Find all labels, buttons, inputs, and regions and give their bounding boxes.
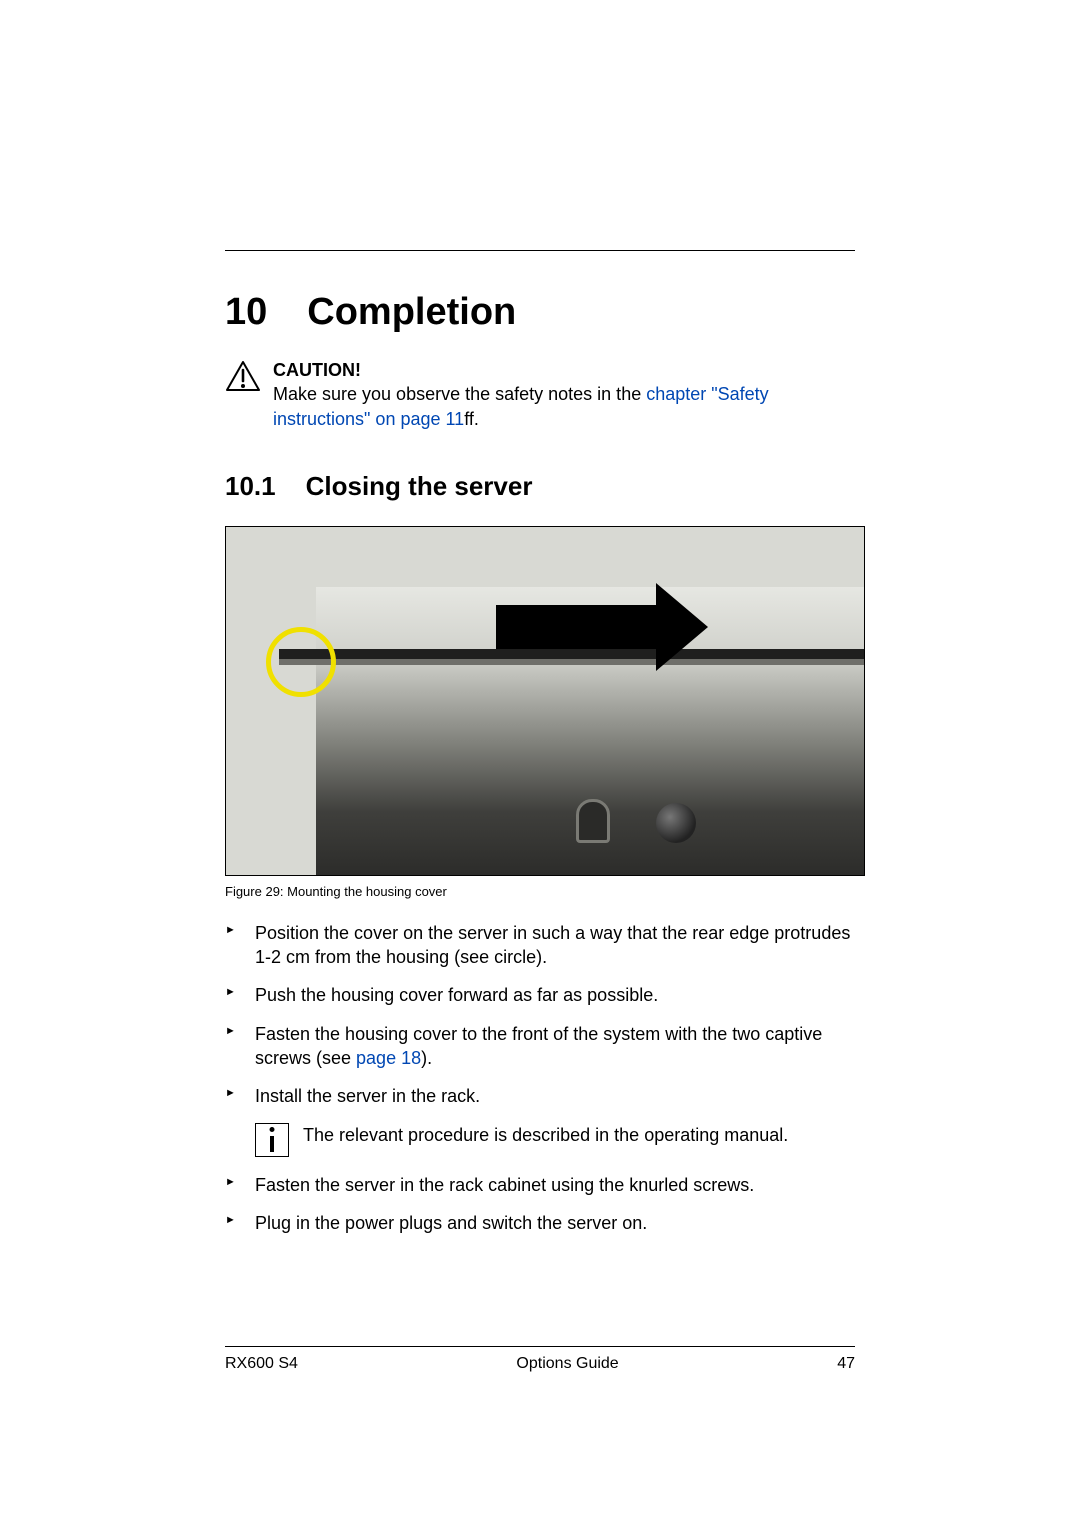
figure-caption: Figure 29: Mounting the housing cover [225,884,855,899]
list-item: Install the server in the rack. [225,1084,855,1108]
chapter-heading: 10 Completion [225,291,855,334]
section-heading: 10.1 Closing the server [225,471,855,502]
footer-rule [225,1346,855,1347]
step-text-pre: Fasten the housing cover to the front of… [255,1024,822,1068]
highlight-circle-icon [266,627,336,697]
figure-image [225,526,865,876]
step-list-2: Fasten the server in the rack cabinet us… [225,1173,855,1236]
list-item: Push the housing cover forward as far as… [225,983,855,1007]
caution-body-post: ff. [464,409,479,429]
top-rule [225,250,855,251]
list-item: Fasten the server in the rack cabinet us… [225,1173,855,1197]
step-text: Push the housing cover forward as far as… [255,985,658,1005]
list-item: Fasten the housing cover to the front of… [225,1022,855,1071]
step-text: Position the cover on the server in such… [255,923,850,967]
page-footer: RX600 S4 Options Guide 47 [225,1346,855,1373]
footer-center: Options Guide [516,1355,618,1373]
step-text: Fasten the server in the rack cabinet us… [255,1175,754,1195]
step-list: Position the cover on the server in such… [225,921,855,1109]
info-icon [255,1123,289,1157]
footer-right: 47 [837,1355,855,1373]
page-content: 10 Completion CAUTION! Make sure you obse… [0,0,1080,1235]
info-block: The relevant procedure is described in t… [255,1123,855,1157]
page-link[interactable]: page 18 [356,1048,421,1068]
footer-left: RX600 S4 [225,1355,298,1373]
arrow-right-icon [496,583,708,671]
caution-body-pre: Make sure you observe the safety notes i… [273,384,646,404]
info-text: The relevant procedure is described in t… [303,1123,788,1147]
section-title: Closing the server [306,471,533,501]
step-text-post: ). [421,1048,432,1068]
chapter-number: 10 [225,291,267,334]
list-item: Plug in the power plugs and switch the s… [225,1211,855,1235]
step-text: Plug in the power plugs and switch the s… [255,1213,647,1233]
list-item: Position the cover on the server in such… [225,921,855,970]
server-screw [656,803,696,843]
caution-icon [225,360,261,398]
chapter-title: Completion [307,291,516,333]
caution-title: CAUTION! [273,358,855,382]
caution-text: CAUTION! Make sure you observe the safet… [273,358,855,431]
caution-block: CAUTION! Make sure you observe the safet… [225,358,855,431]
section-number: 10.1 [225,471,276,502]
server-slot [576,799,610,843]
step-text: Install the server in the rack. [255,1086,480,1106]
